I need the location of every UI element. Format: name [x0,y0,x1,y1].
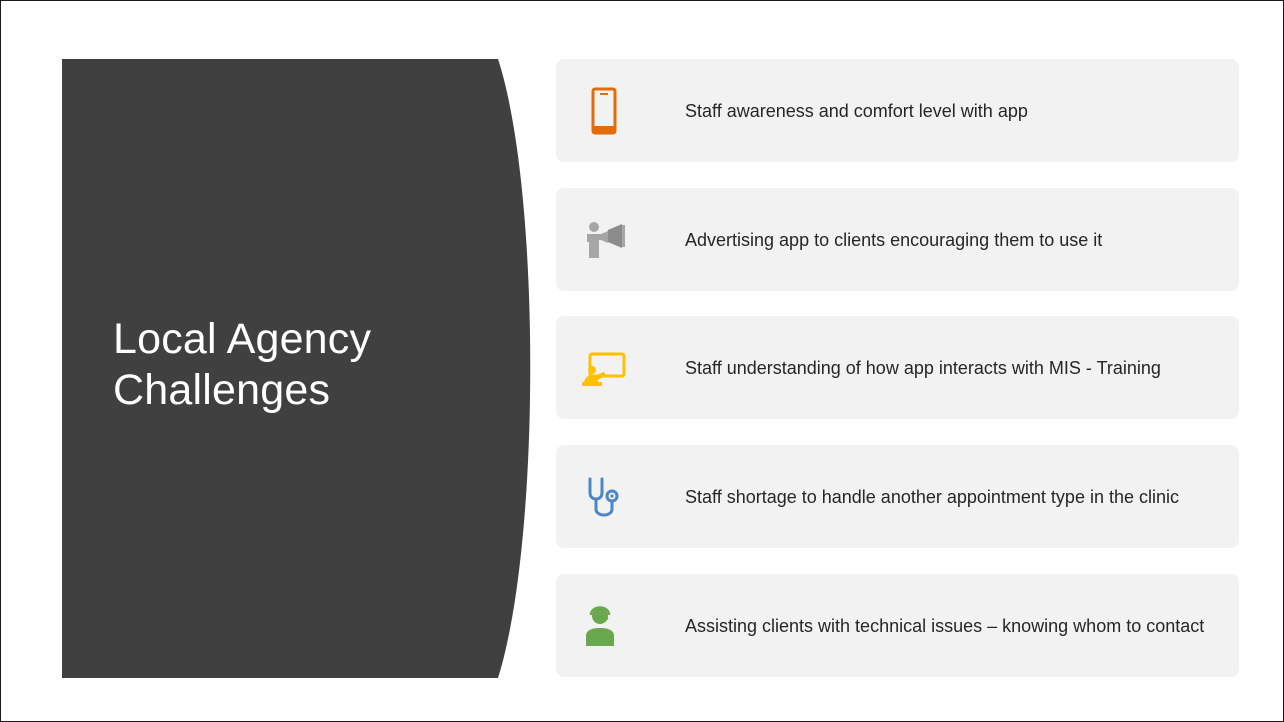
stethoscope-icon [578,471,630,523]
challenge-card-4: Staff shortage to handle another appoint… [556,445,1239,548]
challenge-card-5: Assisting clients with technical issues … [556,574,1239,677]
smartphone-icon [578,85,630,137]
challenge-text-2: Advertising app to clients encouraging t… [685,229,1103,250]
megaphone-person-icon [578,214,630,266]
challenge-text-5: Assisting clients with technical issues … [685,615,1205,636]
challenge-text-1: Staff awareness and comfort level with a… [685,100,1028,121]
slide-title: Local Agency Challenges [113,314,473,416]
support-agent-icon [578,600,630,652]
challenge-card-1: Staff awareness and comfort level with a… [556,59,1239,162]
slide-title-line-2: Challenges [113,366,331,414]
challenge-text-4: Staff shortage to handle another appoint… [685,486,1179,507]
slide-title-line-1: Local Agency [113,315,372,363]
challenge-card-2: Advertising app to clients encouraging t… [556,188,1239,291]
training-presentation-icon [578,342,630,394]
challenge-text-3: Staff understanding of how app interacts… [685,357,1161,378]
slide: Local Agency Challenges Staff awareness … [0,0,1284,722]
challenge-card-3: Staff understanding of how app interacts… [556,316,1239,419]
